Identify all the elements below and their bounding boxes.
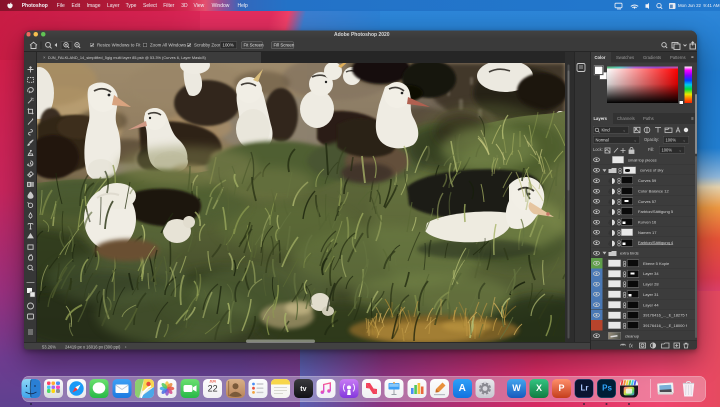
svg-text:fx: fx: [629, 344, 633, 350]
